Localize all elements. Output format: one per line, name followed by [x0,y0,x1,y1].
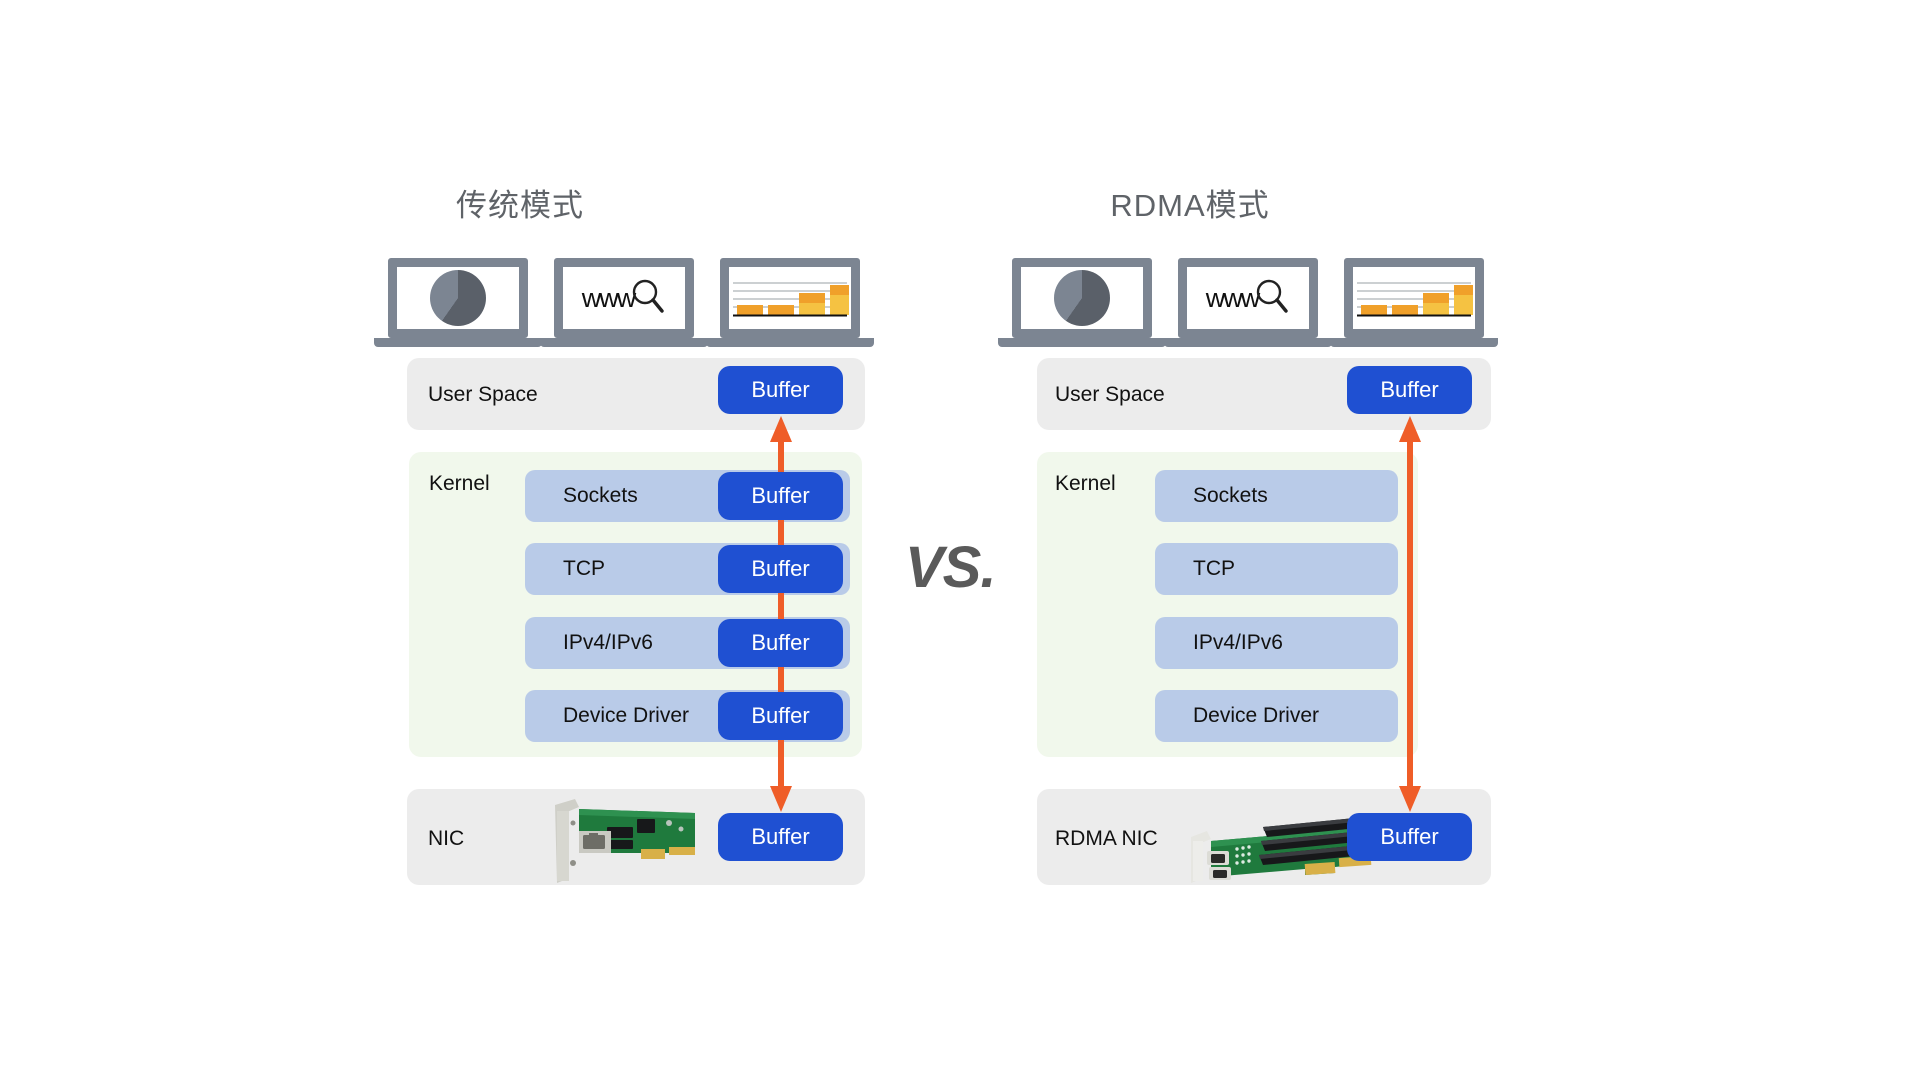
laptop-base [706,338,874,347]
comparator-label: VS. [905,535,996,600]
kernel-buffer-ip-traditional[interactable]: Buffer [718,619,843,667]
laptop-pie [998,258,1166,347]
kernel-layer-label: Device Driver [563,704,690,727]
laptop-www: www [540,258,708,347]
laptop-bars [706,258,874,347]
laptop-row-traditional: www [374,258,874,347]
magnifier-icon [1257,279,1288,313]
kernel-layer-driver-rdma[interactable]: Device Driver [1155,690,1398,742]
laptop-www: www [1164,258,1332,347]
laptop-screen: www [554,258,694,338]
laptop-base [374,338,542,347]
panel-title-traditional: 传统模式 [456,188,584,223]
nic-card-image [555,799,695,883]
laptop-base [998,338,1166,347]
www-search-icon: www [1206,279,1291,317]
diagram-canvas: 传统模式 www User Space Buffer Kernel Socket… [0,0,1920,1080]
laptop-screen: www [1178,258,1318,338]
kernel-layer-label: IPv4/IPv6 [1193,631,1283,654]
kernel-buffer-driver-traditional[interactable]: Buffer [718,692,843,740]
bar-chart-icon [733,282,849,317]
laptop-base [1330,338,1498,347]
kernel-layer-label: TCP [1193,557,1235,580]
kernel-label-rdma: Kernel [1055,472,1116,495]
laptop-base [1164,338,1332,347]
kernel-layer-ip-rdma[interactable]: IPv4/IPv6 [1155,617,1398,669]
data-path-arrow-rdma [1399,416,1421,812]
kernel-layer-tcp-rdma[interactable]: TCP [1155,543,1398,595]
laptop-base [540,338,708,347]
user-space-label-traditional: User Space [428,383,538,406]
laptop-bars [1330,258,1498,347]
kernel-layer-label: Sockets [563,484,638,507]
kernel-buffer-sockets-traditional[interactable]: Buffer [718,472,843,520]
kernel-layer-label: IPv4/IPv6 [563,631,653,654]
pie-chart-icon [430,270,486,326]
kernel-label-traditional: Kernel [429,472,490,495]
laptop-screen [388,258,528,338]
user-space-buffer-rdma[interactable]: Buffer [1347,366,1472,414]
pie-chart-icon [1054,270,1110,326]
user-space-buffer-traditional[interactable]: Buffer [718,366,843,414]
www-text: www [581,282,636,313]
laptop-row-rdma: www [998,258,1498,347]
magnifier-icon [633,279,664,313]
laptop-screen [1344,258,1484,338]
nic-buffer-traditional[interactable]: Buffer [718,813,843,861]
www-search-icon: www [582,279,667,317]
nic-buffer-rdma[interactable]: Buffer [1347,813,1472,861]
bar-chart-icon [1357,282,1473,317]
laptop-screen [1012,258,1152,338]
laptop-screen [720,258,860,338]
kernel-layer-label: TCP [563,557,605,580]
kernel-layer-label: Sockets [1193,484,1268,507]
user-space-label-rdma: User Space [1055,383,1165,406]
nic-label-rdma: RDMA NIC [1055,827,1158,850]
kernel-buffer-tcp-traditional[interactable]: Buffer [718,545,843,593]
nic-label-traditional: NIC [428,827,465,850]
kernel-layer-label: Device Driver [1193,704,1320,727]
panel-title-rdma: RDMA模式 [1110,188,1270,223]
www-text: www [1205,282,1260,313]
laptop-pie [374,258,542,347]
kernel-layer-sockets-rdma[interactable]: Sockets [1155,470,1398,522]
